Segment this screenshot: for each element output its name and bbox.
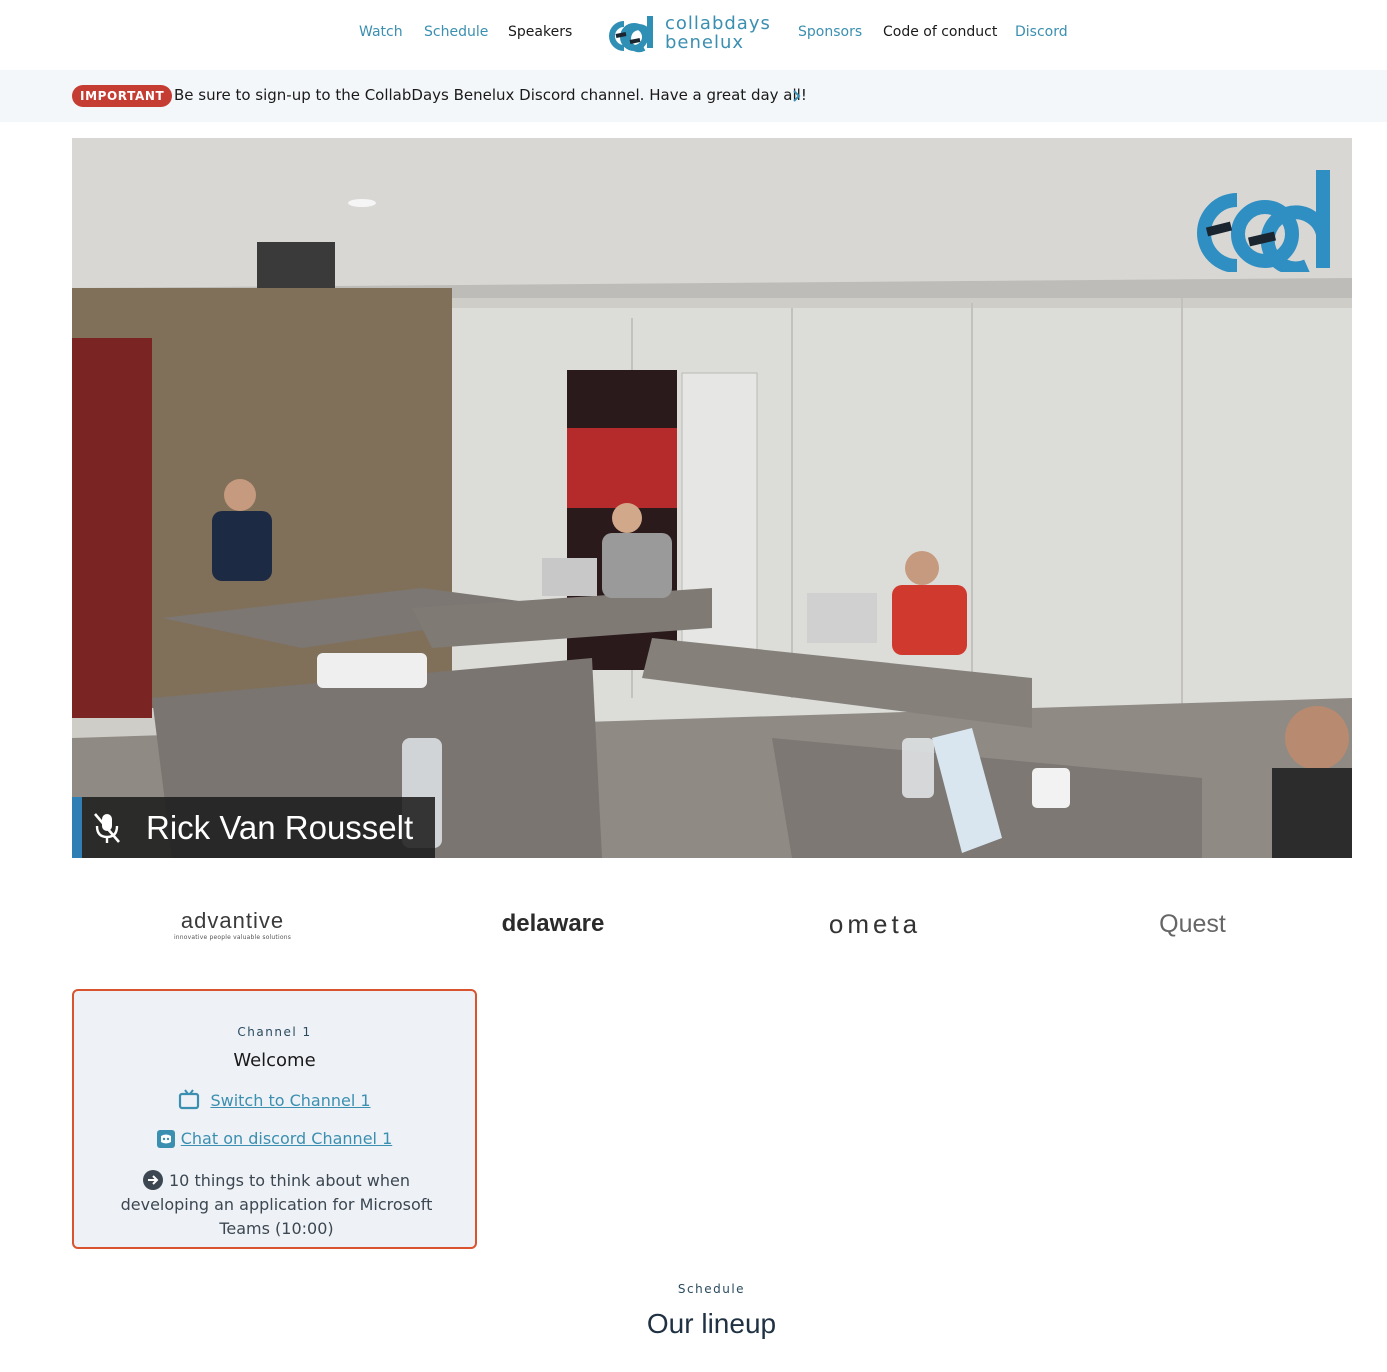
discord-icon	[156, 1129, 175, 1148]
nameplate-body: Rick Van Rousselt	[82, 797, 436, 858]
banner-message: Be sure to sign-up to the CollabDays Ben…	[174, 86, 807, 104]
switch-channel-label: Switch to Channel 1	[210, 1090, 371, 1110]
schedule-eyebrow: Schedule	[677, 1282, 746, 1296]
conference-room-video-frame	[72, 138, 1352, 858]
switch-channel-link[interactable]: Switch to Channel 1	[74, 1089, 475, 1111]
channel-eyebrow: Channel 1	[237, 1025, 312, 1039]
collabdays-watermark-icon	[1197, 170, 1330, 272]
advantive-logo-text: advantive	[180, 907, 285, 933]
top-nav: Watch Schedule Speakers collabdays benel…	[0, 0, 1387, 70]
session-title: 10 things to think about when developing…	[120, 1171, 433, 1238]
nav-link-watch[interactable]: Watch	[359, 24, 403, 40]
discord-chat-link[interactable]: Chat on discord Channel 1	[74, 1129, 475, 1148]
lineup-heading: Our lineup	[646, 1308, 777, 1339]
arrow-right-circle-icon	[143, 1170, 163, 1190]
site-logo[interactable]: collabdays benelux	[604, 12, 770, 56]
logo-line-2: benelux	[665, 32, 745, 53]
advantive-tagline: innovative people valuable solutions	[173, 933, 292, 941]
channel-title: Welcome	[233, 1050, 316, 1071]
important-badge: IMPORTANT	[72, 85, 173, 107]
discord-chat-label: Chat on discord Channel 1	[180, 1129, 393, 1148]
delaware-logo-text: delaware	[501, 910, 605, 937]
nav-link-speakers[interactable]: Speakers	[508, 24, 572, 40]
quest-logo-text: Quest	[1159, 909, 1226, 938]
ometa-logo-text: ometa	[828, 908, 922, 939]
sponsor-logo-ometa[interactable]: ometa	[815, 900, 935, 948]
logo-line-1: collabdays	[665, 13, 771, 34]
nav-link-code-of-conduct[interactable]: Code of conduct	[883, 24, 997, 40]
nameplate-accent	[72, 797, 82, 858]
collabdays-logo-icon	[609, 16, 653, 53]
chevron-right-icon[interactable]	[790, 86, 804, 106]
nav-link-schedule[interactable]: Schedule	[424, 24, 488, 40]
microphone-muted-icon	[94, 812, 120, 843]
nav-link-discord[interactable]: Discord	[1015, 24, 1068, 40]
tv-icon	[179, 1089, 200, 1110]
sponsor-logo-advantive[interactable]: advantive innovative people valuable sol…	[170, 900, 295, 948]
speaker-name: Rick Van Rousselt	[146, 808, 414, 846]
channel-card: Channel 1 Welcome Switch to Channel 1 Ch…	[72, 989, 477, 1249]
nav-link-sponsors[interactable]: Sponsors	[798, 24, 862, 40]
sponsor-logo-delaware[interactable]: delaware	[494, 900, 612, 948]
video-player[interactable]: Rick Van Rousselt	[72, 138, 1352, 858]
announcement-banner[interactable]: IMPORTANT Be sure to sign-up to the Coll…	[0, 70, 1387, 122]
sponsor-logo-quest[interactable]: Quest	[1150, 900, 1235, 948]
speaker-nameplate: Rick Van Rousselt	[72, 797, 436, 858]
logo-text: collabdays benelux	[665, 14, 771, 52]
session-item[interactable]: 10 things to think about when developing…	[104, 1169, 449, 1241]
